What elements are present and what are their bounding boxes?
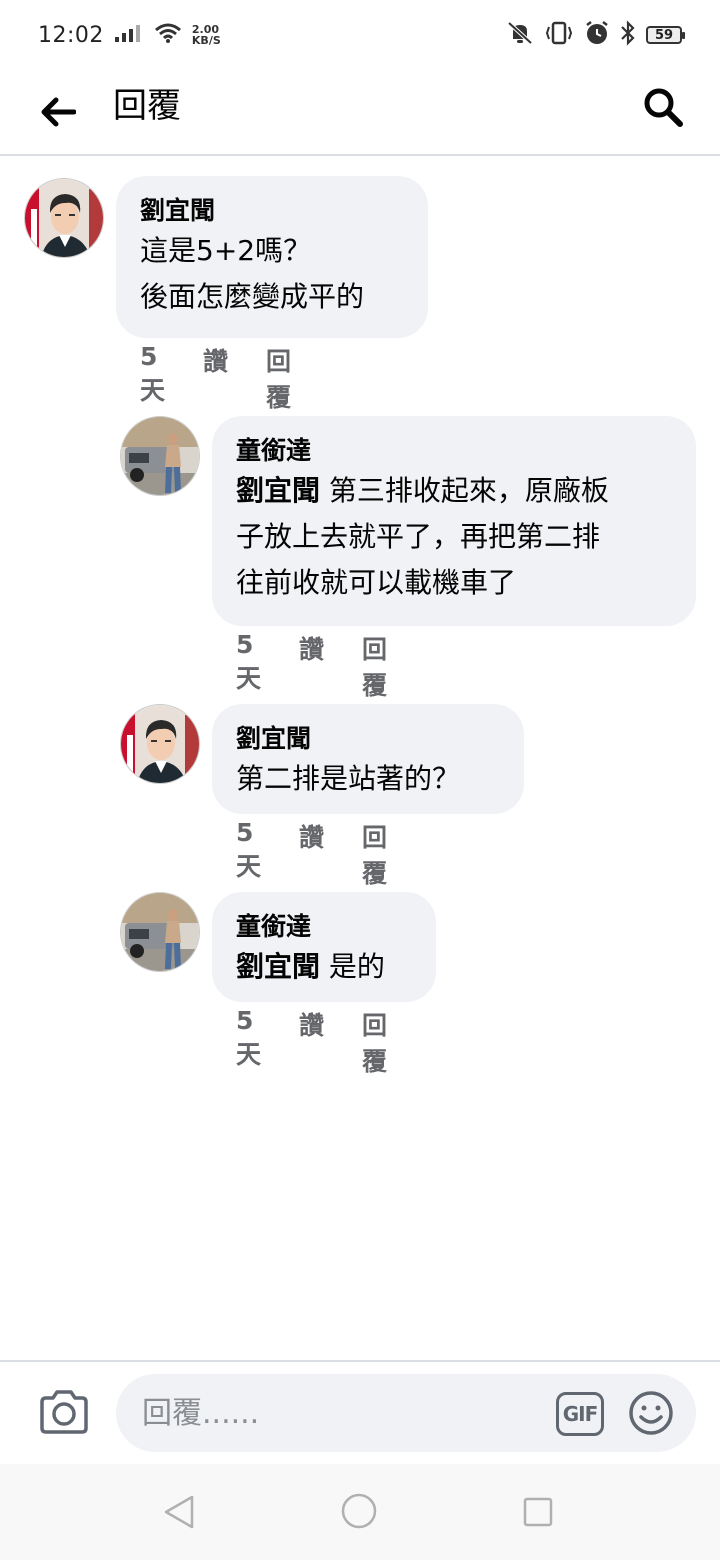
comment-text-line: 子放上去就平了，再把第二排	[236, 520, 601, 553]
like-button[interactable]: 讚	[299, 1006, 324, 1078]
comment-text-line: 往前收就可以載機車了	[236, 566, 517, 599]
search-button[interactable]	[640, 84, 686, 130]
like-button[interactable]: 讚	[299, 818, 324, 890]
battery-indicator: 59	[646, 26, 685, 44]
comment-text-line: 後面怎麼變成平的	[140, 280, 365, 313]
mention-link[interactable]: 劉宜聞	[236, 950, 320, 983]
mention-link[interactable]: 劉宜聞	[236, 474, 320, 507]
signal-icon	[114, 23, 144, 47]
avatar[interactable]	[120, 704, 200, 784]
page-title: 回覆	[113, 86, 181, 126]
vibrate-icon	[544, 21, 574, 49]
comment-text-line: 這是5+2嗎？	[140, 234, 312, 267]
comment-timestamp: 5天	[236, 1006, 262, 1069]
nav-recents-button[interactable]	[522, 1496, 554, 1532]
alarm-icon	[584, 20, 610, 50]
camera-button[interactable]	[38, 1388, 90, 1436]
reply-input[interactable]	[140, 1392, 524, 1434]
reply-button[interactable]: 回覆	[362, 818, 387, 890]
comment-actions: 5天 讚 回覆	[140, 342, 291, 414]
like-button[interactable]: 讚	[203, 342, 228, 414]
nav-home-button[interactable]	[340, 1492, 378, 1534]
comment-actions: 5天 讚 回覆	[236, 818, 387, 890]
comment-author[interactable]: 劉宜聞	[236, 722, 500, 756]
bluetooth-icon	[620, 20, 636, 50]
circle-home-icon	[341, 1493, 377, 1529]
square-recents-icon	[523, 1497, 553, 1527]
nav-back-button[interactable]	[162, 1494, 196, 1534]
reply-button[interactable]: 回覆	[362, 630, 387, 702]
comment-timestamp: 5天	[236, 630, 262, 693]
triangle-back-icon	[164, 1495, 194, 1529]
like-button[interactable]: 讚	[299, 630, 324, 702]
reply-composer: GIF	[0, 1360, 720, 1464]
comment-bubble[interactable]: 劉宜聞 第二排是站著的？	[212, 704, 524, 814]
reply-button[interactable]: 回覆	[362, 1006, 387, 1078]
app-header: 回覆	[0, 70, 720, 156]
smiley-icon	[629, 1391, 673, 1435]
comment-text: 第三排收起來，原廠板	[320, 474, 609, 507]
comment-bubble[interactable]: 童銜達 劉宜聞 第三排收起來，原廠板 子放上去就平了，再把第二排 往前收就可以載…	[212, 416, 696, 626]
avatar[interactable]	[120, 892, 200, 972]
avatar[interactable]	[120, 416, 200, 496]
status-bar: 12:02 2.00 KB/S 59	[0, 0, 720, 70]
search-icon	[644, 88, 683, 127]
comment-text: 是的	[320, 950, 385, 983]
back-button[interactable]	[36, 90, 80, 134]
comment-text-line: 第二排是站著的？	[236, 762, 461, 795]
comment-text-line: 劉宜聞 是的	[236, 944, 412, 990]
mute-icon	[506, 21, 534, 49]
camera-icon	[40, 1390, 88, 1434]
network-speed-unit: KB/S	[191, 34, 221, 47]
comment-actions: 5天 讚 回覆	[236, 1006, 387, 1078]
emoji-button[interactable]	[628, 1390, 674, 1436]
comment-author[interactable]: 童銜達	[236, 910, 412, 944]
comment-bubble[interactable]: 劉宜聞 這是5+2嗎？ 後面怎麼變成平的	[116, 176, 428, 338]
comment-timestamp: 5天	[140, 342, 166, 405]
comment-timestamp: 5天	[236, 818, 262, 881]
system-nav-bar	[0, 1464, 720, 1560]
comment-author[interactable]: 劉宜聞	[140, 194, 404, 228]
comment-bubble[interactable]: 童銜達 劉宜聞 是的	[212, 892, 436, 1002]
arrow-left-icon	[41, 97, 76, 127]
avatar[interactable]	[24, 178, 104, 258]
gif-button[interactable]: GIF	[556, 1392, 604, 1436]
reply-input-pill: GIF	[116, 1374, 696, 1452]
comment-author[interactable]: 童銜達	[236, 434, 672, 468]
wifi-icon	[154, 22, 182, 48]
comment-text-line: 劉宜聞 第三排收起來，原廠板	[236, 468, 672, 514]
reply-button[interactable]: 回覆	[266, 342, 291, 414]
network-speed: 2.00 KB/S	[192, 24, 221, 46]
comment-actions: 5天 讚 回覆	[236, 630, 387, 702]
status-time: 12:02	[38, 22, 104, 48]
